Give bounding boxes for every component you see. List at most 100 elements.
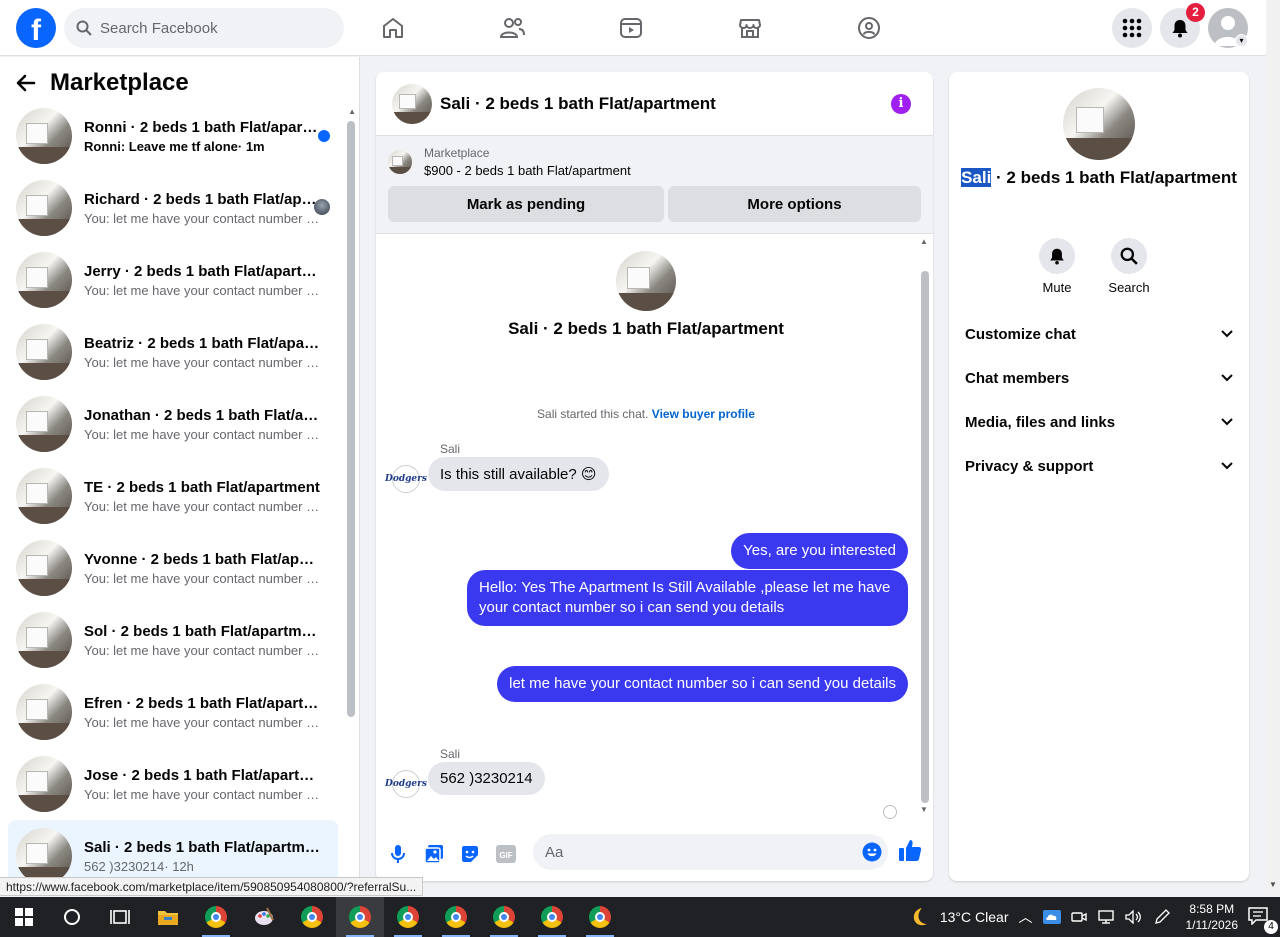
chrome-profile-button[interactable] bbox=[192, 897, 240, 937]
info-icon[interactable]: i bbox=[891, 94, 911, 114]
preview-text: Ronni: Leave me tf alone bbox=[84, 138, 238, 154]
message-input-box[interactable] bbox=[533, 834, 888, 870]
conversation-item[interactable]: Jose · 2 beds 1 bath Flat/apartment You: … bbox=[8, 748, 338, 820]
started-text: Sali started this chat. bbox=[537, 407, 649, 421]
thumbs-up-icon[interactable] bbox=[898, 838, 922, 862]
paint-app-button[interactable] bbox=[240, 897, 288, 937]
outgoing-message[interactable]: Hello: Yes The Apartment Is Still Availa… bbox=[467, 570, 908, 626]
chrome-profile-button[interactable] bbox=[384, 897, 432, 937]
chevron-down-icon[interactable]: ▾ bbox=[1235, 34, 1248, 47]
mute-action[interactable]: Mute bbox=[1039, 238, 1075, 295]
nav-friends[interactable] bbox=[452, 0, 571, 56]
search-input[interactable] bbox=[100, 19, 320, 37]
listing-thumbnail[interactable] bbox=[392, 83, 432, 124]
conversation-thumbnail bbox=[16, 828, 72, 877]
listing-bar: Marketplace $900 - 2 beds 1 bath Flat/ap… bbox=[376, 136, 933, 234]
preview-time: · 12h bbox=[164, 858, 194, 874]
weather-widget[interactable]: 13°C Clear bbox=[908, 906, 1009, 928]
gif-button[interactable]: GIF bbox=[488, 836, 524, 872]
chevron-down-icon bbox=[1221, 374, 1233, 382]
chevron-up-icon[interactable]: ︿ bbox=[1019, 907, 1033, 927]
sidebar-scrollbar[interactable] bbox=[347, 109, 355, 719]
chrome-profile-button[interactable] bbox=[480, 897, 528, 937]
network-icon[interactable] bbox=[1097, 910, 1115, 924]
thread-listing-image[interactable] bbox=[616, 251, 676, 311]
selected-text: Sali bbox=[961, 168, 992, 187]
message-input[interactable] bbox=[545, 843, 845, 861]
nav-marketplace[interactable] bbox=[690, 0, 809, 56]
chrome-profile-button[interactable] bbox=[528, 897, 576, 937]
voice-clip-button[interactable] bbox=[380, 836, 416, 872]
marketplace-icon bbox=[738, 19, 761, 38]
task-view-button[interactable] bbox=[96, 897, 144, 937]
file-explorer-button[interactable] bbox=[144, 897, 192, 937]
nav-home[interactable] bbox=[333, 0, 452, 56]
pen-icon[interactable] bbox=[1153, 908, 1171, 926]
volume-icon[interactable] bbox=[1124, 910, 1143, 924]
back-arrow-icon[interactable] bbox=[16, 73, 36, 93]
emoji-icon[interactable] bbox=[862, 842, 882, 862]
notifications-button[interactable]: 2 bbox=[1160, 3, 1205, 48]
search-box[interactable] bbox=[64, 8, 344, 48]
scrollbar-thumb[interactable] bbox=[347, 121, 355, 717]
conversation-item[interactable]: Jerry · 2 beds 1 bath Flat/apartment You:… bbox=[8, 244, 338, 316]
scroll-down-arrow[interactable]: ▼ bbox=[1269, 880, 1277, 889]
incoming-message[interactable]: Is this still available? 😊 bbox=[428, 457, 609, 491]
facebook-logo[interactable]: f bbox=[16, 8, 56, 48]
nav-groups[interactable] bbox=[809, 0, 928, 56]
info-section-toggle[interactable]: Media, files and links bbox=[957, 400, 1241, 444]
info-section-toggle[interactable]: Customize chat bbox=[957, 312, 1241, 356]
conversation-title: Ronni · 2 beds 1 bath Flat/apartment bbox=[84, 118, 320, 136]
cortana-button[interactable] bbox=[48, 897, 96, 937]
conversation-item[interactable]: Ronni · 2 beds 1 bath Flat/apartment Ronn… bbox=[8, 100, 338, 172]
chrome-profile-button[interactable] bbox=[432, 897, 480, 937]
conversation-item[interactable]: Yvonne · 2 beds 1 bath Flat/apartment You… bbox=[8, 532, 338, 604]
conversation-title: Sol · 2 beds 1 bath Flat/apartment bbox=[84, 622, 320, 640]
conversation-item[interactable]: TE · 2 beds 1 bath Flat/apartment You: le… bbox=[8, 460, 338, 532]
chat-title[interactable]: Sali · 2 beds 1 bath Flat/apartment bbox=[440, 94, 716, 114]
info-section-label: Media, files and links bbox=[965, 413, 1116, 431]
listing-summary[interactable]: Marketplace $900 - 2 beds 1 bath Flat/ap… bbox=[388, 146, 631, 178]
page-scrollbar[interactable]: ▼ bbox=[1266, 0, 1280, 895]
attach-photo-button[interactable] bbox=[416, 836, 452, 872]
conversation-item[interactable]: Richard · 2 beds 1 bath Flat/apartment Yo… bbox=[8, 172, 338, 244]
info-listing-image[interactable] bbox=[1063, 88, 1135, 160]
menu-button[interactable] bbox=[1112, 8, 1152, 48]
chat-scrollbar[interactable]: ▲ ▼ bbox=[920, 237, 929, 822]
chrome-button[interactable] bbox=[288, 897, 336, 937]
info-section-toggle[interactable]: Chat members bbox=[957, 356, 1241, 400]
bell-icon bbox=[1172, 20, 1188, 38]
conversation-item[interactable]: Jonathan · 2 beds 1 bath Flat/apartment Y… bbox=[8, 388, 338, 460]
conversation-item[interactable]: Efren · 2 beds 1 bath Flat/apartment You:… bbox=[8, 676, 338, 748]
conversation-thumbnail bbox=[16, 180, 72, 236]
chrome-profile-button[interactable] bbox=[576, 897, 624, 937]
action-center-button[interactable]: 4 bbox=[1248, 906, 1278, 934]
conversation-item[interactable]: Sol · 2 beds 1 bath Flat/apartment You: l… bbox=[8, 604, 338, 676]
search-action[interactable]: Search bbox=[1108, 238, 1150, 295]
incoming-message[interactable]: 562 )3230214 bbox=[428, 762, 545, 795]
onedrive-icon[interactable] bbox=[1042, 910, 1061, 924]
chrome-icon bbox=[541, 906, 563, 928]
conversation-item[interactable]: Beatriz · 2 beds 1 bath Flat/apartment Yo… bbox=[8, 316, 338, 388]
conversation-title: TE · 2 beds 1 bath Flat/apartment bbox=[84, 478, 320, 496]
scrollbar-thumb[interactable] bbox=[921, 271, 929, 803]
more-options-button[interactable]: More options bbox=[668, 186, 921, 222]
chrome-icon bbox=[493, 906, 515, 928]
scroll-down-arrow[interactable]: ▼ bbox=[920, 805, 928, 814]
meet-now-icon[interactable] bbox=[1070, 910, 1087, 924]
outgoing-message[interactable]: Yes, are you interested bbox=[731, 533, 908, 569]
outgoing-message[interactable]: let me have your contact number so i can… bbox=[497, 666, 908, 702]
mark-as-pending-button[interactable]: Mark as pending bbox=[388, 186, 664, 222]
nav-video[interactable] bbox=[571, 0, 690, 56]
clock[interactable]: 8:58 PM 1/11/2026 bbox=[1186, 901, 1239, 933]
start-button[interactable] bbox=[0, 897, 48, 937]
chrome-profile-button[interactable] bbox=[336, 897, 384, 937]
conversation-item[interactable]: Sali · 2 beds 1 bath Flat/apartment 562 )… bbox=[8, 820, 338, 877]
view-buyer-profile-link[interactable]: View buyer profile bbox=[652, 407, 755, 421]
sender-avatar[interactable]: Dodgers bbox=[385, 770, 427, 798]
sticker-button[interactable] bbox=[452, 836, 488, 872]
scroll-up-arrow[interactable]: ▲ bbox=[920, 237, 928, 246]
preview-time: · 1m bbox=[237, 138, 265, 154]
info-section-toggle[interactable]: Privacy & support bbox=[957, 444, 1241, 488]
sender-avatar[interactable]: Dodgers bbox=[385, 465, 427, 493]
